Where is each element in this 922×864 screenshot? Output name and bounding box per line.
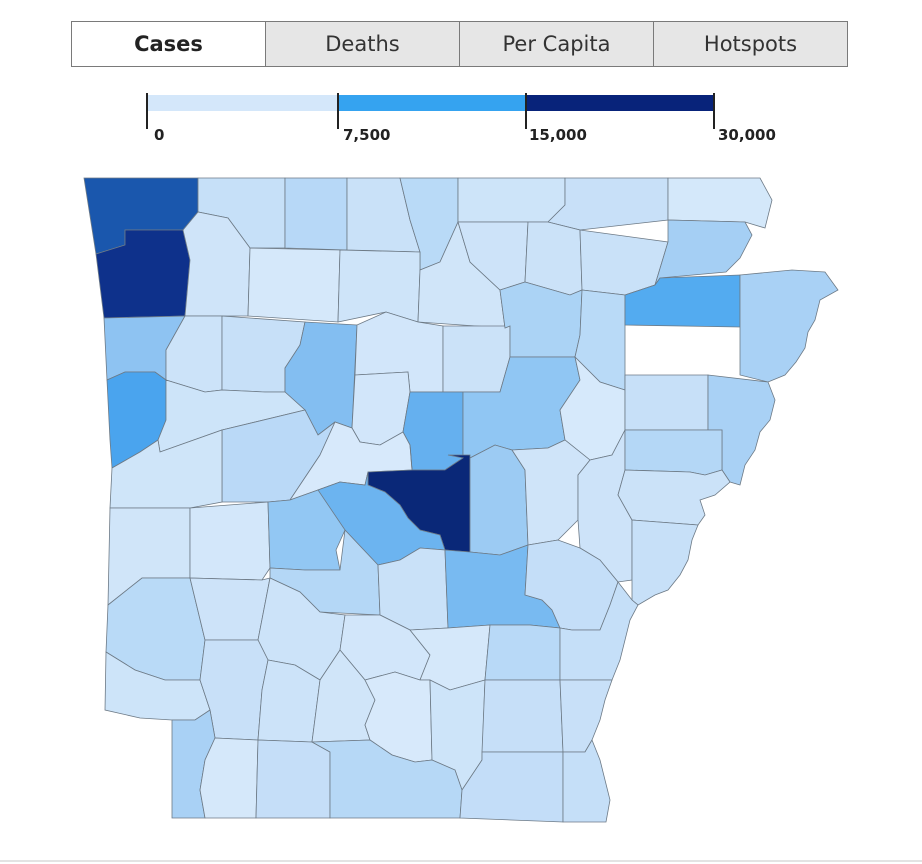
county[interactable]: [337, 249, 421, 323]
arkansas-county-map: [83, 177, 839, 823]
county[interactable]: [247, 247, 341, 323]
county[interactable]: [617, 469, 731, 526]
county[interactable]: [255, 739, 331, 819]
county[interactable]: [402, 391, 464, 471]
county[interactable]: [284, 177, 348, 251]
footer-divider: [0, 860, 922, 862]
county[interactable]: [559, 679, 613, 753]
county[interactable]: [631, 519, 699, 606]
county[interactable]: [442, 325, 511, 393]
county[interactable]: [524, 221, 583, 296]
county[interactable]: [484, 624, 561, 681]
county[interactable]: [189, 501, 271, 581]
county[interactable]: [481, 679, 564, 753]
county[interactable]: [457, 177, 566, 223]
county[interactable]: [739, 269, 839, 383]
county[interactable]: [547, 177, 669, 231]
county[interactable]: [624, 429, 723, 476]
county[interactable]: [624, 374, 709, 431]
county[interactable]: [562, 739, 611, 823]
